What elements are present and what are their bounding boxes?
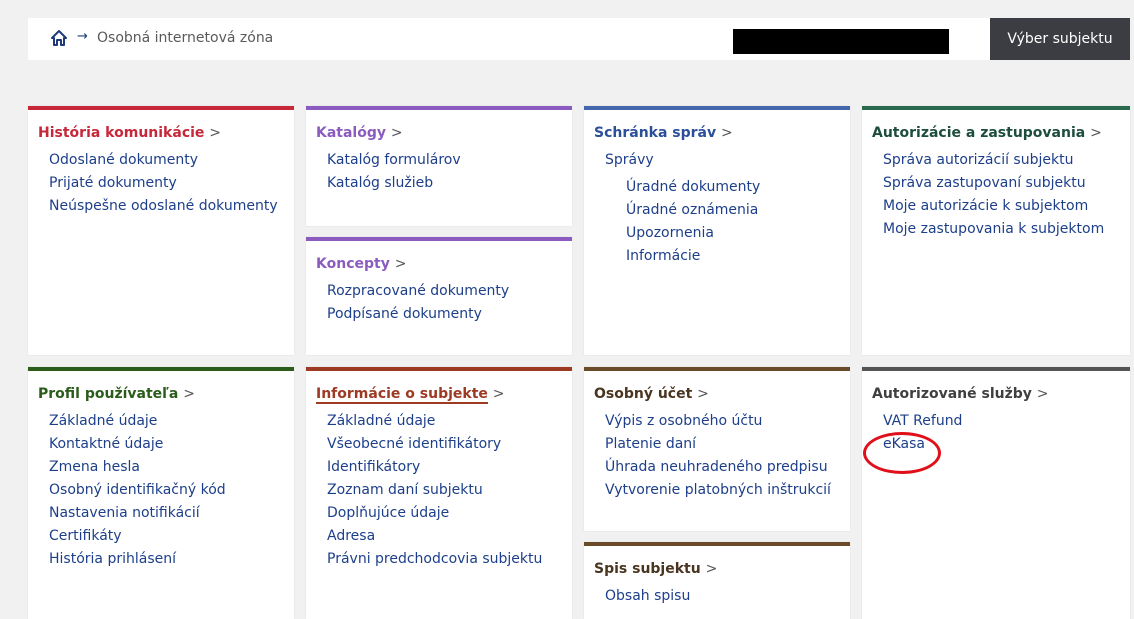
link-pravni-predchodcovia[interactable]: Právni predchodcovia subjektu	[316, 548, 572, 571]
link-zmena-hesla[interactable]: Zmena hesla	[38, 456, 294, 479]
card-title[interactable]: Spis subjektu >	[594, 560, 850, 578]
link-upozornenia[interactable]: Upozornenia	[594, 222, 850, 245]
card-title[interactable]: Koncepty >	[316, 255, 572, 273]
select-subject-button[interactable]: Výber subjektu	[990, 18, 1130, 60]
link-zakladne-udaje[interactable]: Základné údaje	[38, 410, 294, 433]
card-historia-komunikacie: História komunikácie > Odoslané dokument…	[28, 106, 294, 355]
redacted-subject-name	[733, 29, 949, 54]
link-osobny-identifikacny-kod[interactable]: Osobný identifikačný kód	[38, 479, 294, 502]
top-bar: → Osobná internetová zóna Výber subjektu	[28, 18, 1130, 60]
link-zoznam-dani[interactable]: Zoznam daní subjektu	[316, 479, 572, 502]
home-icon[interactable]	[50, 29, 68, 47]
card-profil-pouzivatela: Profil používateľa > Základné údaje Kont…	[28, 367, 294, 619]
link-katalog-formularov[interactable]: Katalóg formulárov	[316, 149, 572, 172]
link-doplnujuce-udaje[interactable]: Doplňujúce údaje	[316, 502, 572, 525]
link-odoslane-dokumenty[interactable]: Odoslané dokumenty	[38, 149, 294, 172]
link-uradne-oznamenia[interactable]: Úradné oznámenia	[594, 199, 850, 222]
link-platobne-instrukcie[interactable]: Vytvorenie platobných inštrukcií	[594, 479, 850, 502]
link-platenie-dani[interactable]: Platenie daní	[594, 433, 850, 456]
link-uradne-dokumenty[interactable]: Úradné dokumenty	[594, 176, 850, 199]
breadcrumb[interactable]: Osobná internetová zóna	[97, 30, 273, 46]
card-schranka-sprav: Schránka správ > Správy Úradné dokumenty…	[584, 106, 850, 355]
card-title[interactable]: História komunikácie >	[38, 124, 294, 142]
link-neuspesne-odoslane[interactable]: Neúspešne odoslané dokumenty	[38, 195, 294, 218]
link-moje-autorizacie[interactable]: Moje autorizácie k subjektom	[872, 195, 1130, 218]
card-koncepty: Koncepty > Rozpracované dokumenty Podpís…	[306, 237, 572, 355]
card-osobny-ucet: Osobný účet > Výpis z osobného účtu Plat…	[584, 367, 850, 531]
highlight-circle-annotation	[863, 432, 941, 474]
card-title[interactable]: Katalógy >	[316, 124, 572, 142]
link-rozpracovane-dokumenty[interactable]: Rozpracované dokumenty	[316, 280, 572, 303]
card-title[interactable]: Autorizované služby >	[872, 385, 1130, 403]
card-katalogy: Katalógy > Katalóg formulárov Katalóg sl…	[306, 106, 572, 226]
card-spis-subjektu: Spis subjektu > Obsah spisu	[584, 542, 850, 619]
card-autorizovane-sluzby: Autorizované služby > VAT Refund eKasa	[862, 367, 1130, 619]
link-historia-prihlaseni[interactable]: História prihlásení	[38, 548, 294, 571]
link-certifikaty[interactable]: Certifikáty	[38, 525, 294, 548]
link-nastavenia-notifikacii[interactable]: Nastavenia notifikácií	[38, 502, 294, 525]
link-sprava-autorizacii[interactable]: Správa autorizácií subjektu	[872, 149, 1130, 172]
link-vat-refund[interactable]: VAT Refund	[872, 410, 1130, 433]
link-sprava-zastupovani[interactable]: Správa zastupovaní subjektu	[872, 172, 1130, 195]
link-vypis-z-uctu[interactable]: Výpis z osobného účtu	[594, 410, 850, 433]
link-prijate-dokumenty[interactable]: Prijaté dokumenty	[38, 172, 294, 195]
link-identifikatory[interactable]: Identifikátory	[316, 456, 572, 479]
link-informacie[interactable]: Informácie	[594, 245, 850, 268]
link-adresa[interactable]: Adresa	[316, 525, 572, 548]
card-title[interactable]: Autorizácie a zastupovania >	[872, 124, 1130, 142]
link-vseobecne-identifikatory[interactable]: Všeobecné identifikátory	[316, 433, 572, 456]
card-title[interactable]: Schránka správ >	[594, 124, 850, 142]
link-podpisane-dokumenty[interactable]: Podpísané dokumenty	[316, 303, 572, 326]
link-spravy[interactable]: Správy	[594, 149, 850, 172]
breadcrumb-arrow-icon: →	[77, 29, 88, 44]
card-title[interactable]: Profil používateľa >	[38, 385, 294, 403]
link-kontaktne-udaje[interactable]: Kontaktné údaje	[38, 433, 294, 456]
link-moje-zastupovania[interactable]: Moje zastupovania k subjektom	[872, 218, 1130, 241]
link-uhrada-predpisu[interactable]: Úhrada neuhradeného predpisu	[594, 456, 850, 479]
link-katalog-sluzieb[interactable]: Katalóg služieb	[316, 172, 572, 195]
card-autorizacie-zastupovania: Autorizácie a zastupovania > Správa auto…	[862, 106, 1130, 355]
card-title[interactable]: Informácie o subjekte >	[316, 385, 572, 404]
link-zakladne-udaje[interactable]: Základné údaje	[316, 410, 572, 433]
card-informacie-o-subjekte: Informácie o subjekte > Základné údaje V…	[306, 367, 572, 619]
link-obsah-spisu[interactable]: Obsah spisu	[594, 585, 850, 608]
card-title[interactable]: Osobný účet >	[594, 385, 850, 403]
